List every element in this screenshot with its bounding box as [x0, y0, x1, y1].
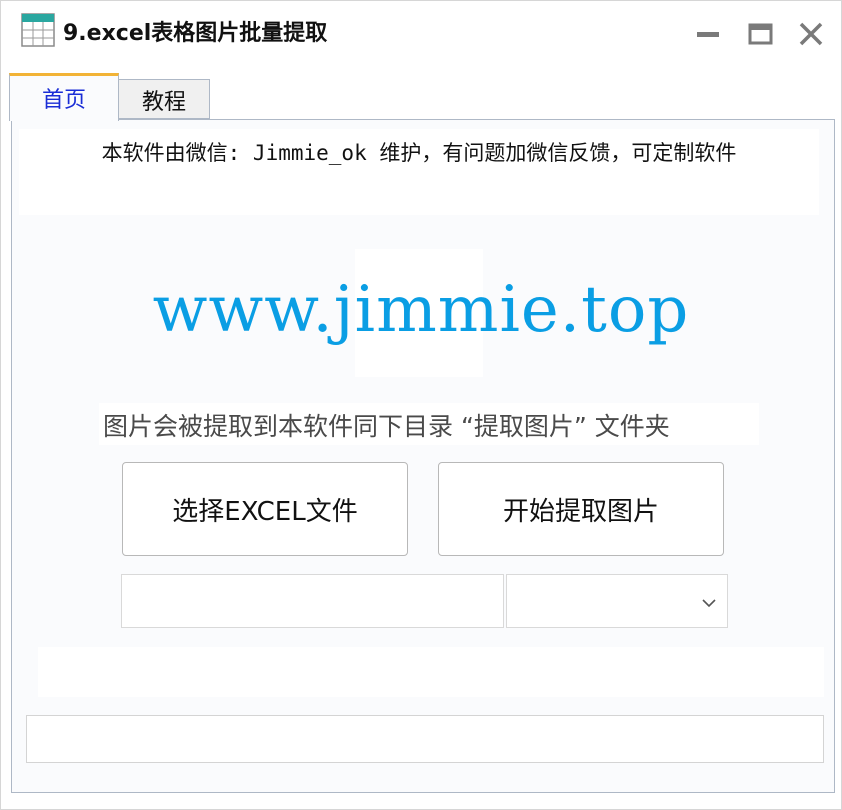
minimize-icon[interactable]	[693, 19, 723, 49]
app-window: 9.excel表格图片批量提取 首页 教程 本软件由微信: Jimmie_ok …	[0, 0, 842, 810]
window-title: 9.excel表格图片批量提取	[63, 21, 328, 46]
maximize-icon[interactable]	[745, 19, 775, 49]
status-output[interactable]	[26, 715, 824, 763]
output-hint-text: 图片会被提取到本软件同下目录 “提取图片” 文件夹	[103, 412, 670, 441]
tab-home[interactable]: 首页	[9, 73, 119, 121]
start-extract-button[interactable]: 开始提取图片	[438, 462, 724, 556]
website-link[interactable]: www.jimmie.top	[21, 273, 821, 347]
notice-text: 本软件由微信: Jimmie_ok 维护，有问题加微信反馈，可定制软件	[101, 141, 737, 165]
close-icon[interactable]	[796, 19, 826, 49]
chevron-down-icon[interactable]	[699, 593, 719, 613]
select-excel-button[interactable]: 选择EXCEL文件	[122, 462, 408, 556]
notice-box: 本软件由微信: Jimmie_ok 维护，有问题加微信反馈，可定制软件	[19, 129, 819, 215]
sheet-select[interactable]	[506, 574, 728, 628]
title-bar[interactable]: 9.excel表格图片批量提取	[1, 1, 841, 65]
tab-tutorial[interactable]: 教程	[118, 79, 210, 119]
file-path-input[interactable]	[121, 574, 504, 628]
spreadsheet-icon	[21, 13, 55, 47]
progress-area	[38, 647, 824, 697]
